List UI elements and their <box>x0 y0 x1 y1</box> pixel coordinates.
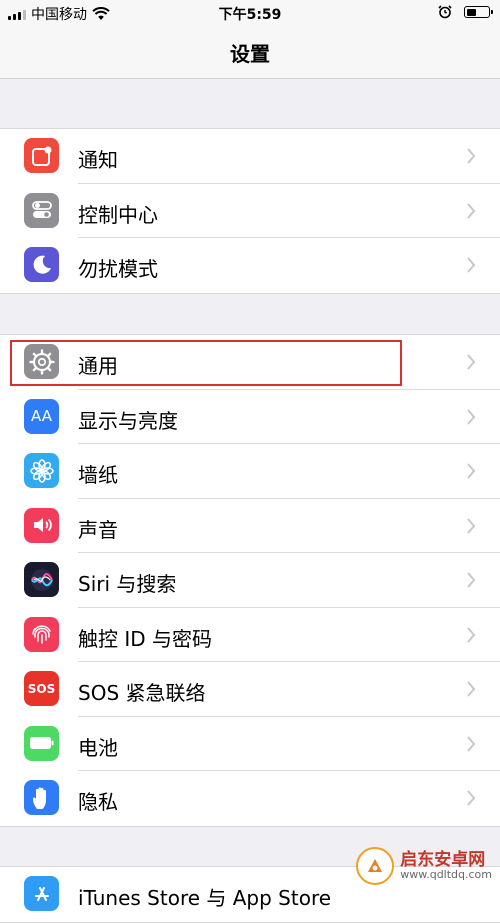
settings-item-label: 显示与亮度 <box>78 408 178 433</box>
chevron-right-icon <box>467 257 476 273</box>
watermark-name: 启东安卓网 <box>400 849 486 870</box>
settings-item-general[interactable]: 通用 <box>0 335 500 390</box>
chevron-right-icon <box>467 681 476 697</box>
settings-item-label: 声音 <box>78 517 118 542</box>
status-bar: 中国移动 下午5:59 <box>0 0 500 26</box>
status-time: 下午5:59 <box>218 7 282 23</box>
control-center-icon <box>24 192 59 228</box>
settings-item-label: 墙纸 <box>78 463 118 487</box>
chevron-right-icon <box>467 148 476 164</box>
chevron-right-icon <box>467 354 476 370</box>
battery-level-icon <box>464 6 493 18</box>
watermark-url: www.qdltdq.com <box>400 868 492 882</box>
settings-group-2: 通用 AA 显示与亮度 墙纸 声音 Siri 与搜索 触控 ID 与密码 SOS… <box>0 334 500 827</box>
settings-item-emergency-sos[interactable]: SOS SOS 紧急联络 <box>0 662 500 717</box>
settings-item-wallpaper[interactable]: 墙纸 <box>0 444 500 499</box>
chevron-right-icon <box>467 517 476 534</box>
chevron-right-icon <box>467 572 476 588</box>
chevron-right-icon <box>467 735 476 752</box>
sos-icon: SOS <box>24 671 59 706</box>
settings-item-display-brightness[interactable]: AA 显示与亮度 <box>0 390 500 444</box>
settings-item-label: 电池 <box>78 735 118 760</box>
chevron-right-icon <box>467 790 476 806</box>
settings-item-label: 隐私 <box>78 790 118 814</box>
app-store-icon <box>24 876 59 911</box>
watermark-logo-icon <box>356 847 395 885</box>
settings-group-1: 通知 控制中心 勿扰模式 <box>0 128 500 294</box>
settings-item-label: 触控 ID 与密码 <box>78 626 213 651</box>
chevron-right-icon <box>467 626 476 643</box>
flower-icon <box>24 453 59 488</box>
settings-item-label: 通知 <box>78 148 118 172</box>
settings-item-control-center[interactable]: 控制中心 <box>0 184 500 238</box>
sos-icon-glyph: SOS <box>27 681 56 696</box>
battery-icon <box>24 725 59 761</box>
moon-icon <box>24 247 59 282</box>
gear-icon <box>24 344 59 379</box>
text-size-icon: AA <box>24 398 59 434</box>
page-title: 设置 <box>230 42 270 66</box>
settings-item-do-not-disturb[interactable]: 勿扰模式 <box>0 238 500 293</box>
text-size-icon-glyph: AA <box>31 407 52 425</box>
settings-item-privacy[interactable]: 隐私 <box>0 771 500 826</box>
chevron-right-icon <box>467 463 476 479</box>
alarm-clock-icon <box>438 5 452 19</box>
settings-item-label: SOS 紧急联络 <box>78 681 206 705</box>
settings-item-notifications[interactable]: 通知 <box>0 129 500 184</box>
settings-item-label: Siri 与搜索 <box>78 572 177 596</box>
watermark: 启东安卓网 www.qdltdq.com <box>356 847 492 885</box>
chevron-right-icon <box>467 202 476 219</box>
fingerprint-icon <box>24 616 59 652</box>
settings-item-siri-search[interactable]: Siri 与搜索 <box>0 553 500 608</box>
settings-item-battery[interactable]: 电池 <box>0 717 500 771</box>
settings-item-sounds[interactable]: 声音 <box>0 499 500 553</box>
chevron-right-icon <box>467 408 476 425</box>
hand-icon <box>24 780 59 815</box>
settings-item-touch-id-passcode[interactable]: 触控 ID 与密码 <box>0 608 500 662</box>
settings-item-label: iTunes Store 与 App Store <box>78 886 332 910</box>
siri-icon <box>24 562 59 597</box>
navigation-bar: 设置 <box>0 26 500 79</box>
speaker-icon <box>24 507 59 543</box>
settings-item-label: 勿扰模式 <box>78 257 158 281</box>
notifications-icon <box>24 138 59 173</box>
settings-item-label: 控制中心 <box>78 202 158 227</box>
settings-item-label: 通用 <box>78 354 118 378</box>
